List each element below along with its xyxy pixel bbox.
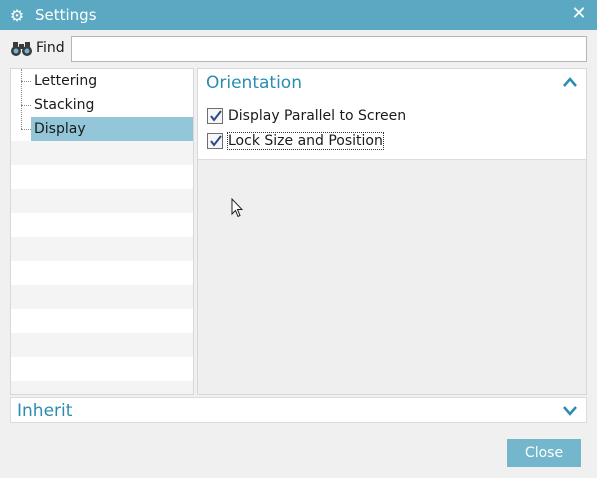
close-icon[interactable]: ✕: [569, 4, 589, 24]
close-button[interactable]: Close: [507, 439, 581, 467]
tree-row: [11, 333, 193, 357]
tree-connector: [21, 129, 31, 130]
tree-row: [11, 141, 193, 165]
tree-connector: [21, 81, 31, 82]
tree-row: [11, 381, 193, 394]
find-label: Find: [36, 40, 65, 56]
tree-item-stacking[interactable]: Stacking: [31, 93, 193, 117]
find-row: Find: [10, 36, 587, 62]
settings-content: Orientation Display Parallel to Screen L…: [197, 68, 587, 395]
tree-connector: [21, 105, 31, 106]
mouse-cursor-icon: [231, 197, 244, 218]
settings-tree: Lettering Stacking Display: [10, 68, 194, 395]
tree-row: [11, 165, 193, 189]
chevron-up-icon[interactable]: [562, 75, 578, 89]
display-parallel-label: Display Parallel to Screen: [228, 108, 407, 124]
tree-item-lettering[interactable]: Lettering: [31, 69, 193, 93]
lock-size-checkbox[interactable]: [207, 133, 223, 149]
orientation-title[interactable]: Orientation: [206, 73, 302, 93]
binoculars-icon: [10, 39, 34, 59]
tree-row: [11, 261, 193, 285]
tree-row: [11, 213, 193, 237]
lock-size-label: Lock Size and Position: [227, 132, 384, 150]
inherit-title[interactable]: Inherit: [17, 401, 72, 421]
tree-row: [11, 357, 193, 381]
orientation-group: Orientation Display Parallel to Screen L…: [198, 69, 586, 160]
lock-size-option[interactable]: Lock Size and Position: [207, 130, 384, 152]
gear-icon: ⚙: [9, 5, 25, 25]
tree-row: [11, 237, 193, 261]
tree-row: [11, 189, 193, 213]
tree-row: [11, 285, 193, 309]
window-title: Settings: [35, 6, 97, 24]
inherit-group: Inherit: [10, 397, 587, 423]
title-bar: ⚙ Settings ✕: [0, 0, 597, 30]
tree-item-display[interactable]: Display: [31, 117, 193, 141]
display-parallel-option[interactable]: Display Parallel to Screen: [207, 105, 406, 127]
display-parallel-checkbox[interactable]: [207, 108, 223, 124]
find-input[interactable]: [71, 36, 587, 62]
chevron-down-icon[interactable]: [562, 404, 578, 418]
tree-connector: [21, 69, 22, 129]
tree-row: [11, 309, 193, 333]
